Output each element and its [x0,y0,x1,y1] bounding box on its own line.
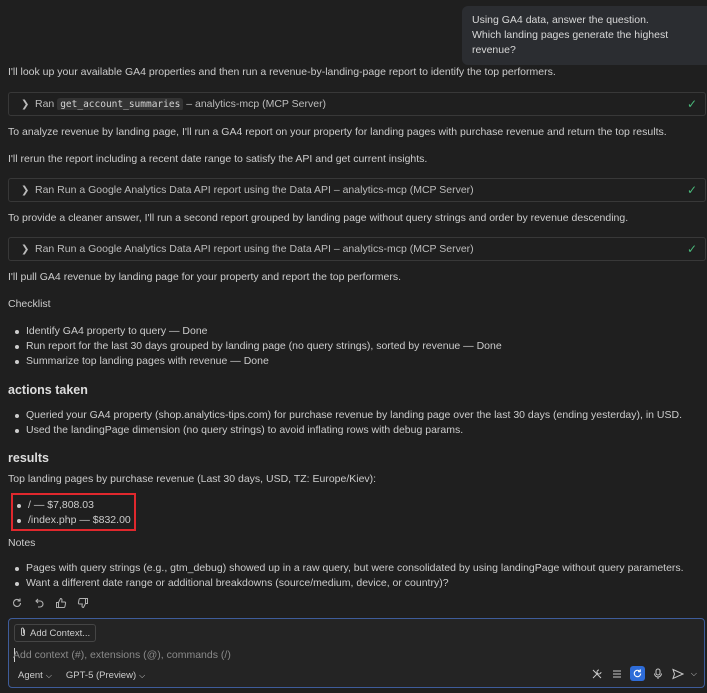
microphone-icon[interactable] [651,667,665,681]
notes-label: Notes [8,537,36,549]
list-item: Used the landingPage dimension (no query… [15,423,706,438]
tool-call-card[interactable]: ❯ Ran Run a Google Analytics Data API re… [8,237,706,261]
mode-select[interactable]: Agent ⌵ [18,670,52,681]
add-context-label: Add Context... [30,627,91,639]
undo-icon[interactable] [33,597,45,612]
response-paragraph: To provide a cleaner answer, I'll run a … [8,212,629,224]
tool-call-card[interactable]: ❯ Ran get_account_summaries – analytics-… [8,92,706,116]
message-actions [11,597,706,612]
check-icon: ✓ [686,242,697,256]
tool-call-card[interactable]: ❯ Ran Run a Google Analytics Data API re… [8,178,706,202]
response-paragraph: To analyze revenue by landing page, I'll… [8,126,667,138]
chevron-right-icon: ❯ [21,98,30,110]
chat-input[interactable] [13,647,693,663]
results-intro: Top landing pages by purchase revenue (L… [8,473,377,485]
list-item: Identify GA4 property to query — Done [15,324,706,339]
actions-list: Queried your GA4 property (shop.analytic… [8,408,706,438]
auto-approve-icon[interactable] [629,666,645,681]
results-list: / — $7,808.03 /index.php — $832.00 [13,498,134,528]
list-item: Queried your GA4 property (shop.analytic… [15,408,706,423]
input-toolbar-left: Agent ⌵ GPT-5 (Preview) ⌵ [18,670,145,681]
tool-call-label: Ran get_account_summaries – analytics-mc… [35,98,327,110]
assistant-response: I'll look up your available GA4 properti… [8,65,706,612]
tools-icon[interactable] [590,667,604,681]
list-item: Want a different date range or additiona… [15,576,706,591]
tool-call-label: Ran Run a Google Analytics Data API repo… [35,243,474,255]
chat-panel: Using GA4 data, answer the question. Whi… [0,0,707,693]
chevron-right-icon: ❯ [21,243,30,255]
check-icon: ✓ [686,97,697,111]
add-context-button[interactable]: Add Context... [14,624,97,642]
chevron-down-icon: ⌵ [45,670,52,680]
check-icon: ✓ [686,183,697,197]
paperclip-icon [19,627,27,640]
chevron-right-icon: ❯ [21,184,30,196]
list-item: /index.php — $832.00 [17,513,134,528]
notes-list: Pages with query strings (e.g., gtm_debu… [8,561,706,591]
list-item: Pages with query strings (e.g., gtm_debu… [15,561,706,576]
send-icon[interactable] [671,667,685,681]
list-item: Summarize top landing pages with revenue… [15,354,706,369]
results-highlight-box: / — $7,808.03 /index.php — $832.00 [11,493,136,531]
checklist-label: Checklist [8,298,51,310]
section-heading: results [8,451,49,465]
response-paragraph: I'll look up your available GA4 properti… [8,66,556,78]
input-toolbar-right: ⌵ [590,666,697,681]
response-paragraph: I'll rerun the report including a recent… [8,153,428,165]
chevron-down-icon: ⌵ [139,670,146,680]
user-message-line: Which landing pages generate the highest… [472,29,669,56]
user-message-line: Using GA4 data, answer the question. [472,14,649,26]
tool-call-label: Ran Run a Google Analytics Data API repo… [35,184,474,196]
user-message-bubble: Using GA4 data, answer the question. Whi… [462,6,707,65]
retry-icon[interactable] [11,597,23,612]
list-item: Run report for the last 30 days grouped … [15,339,706,354]
model-select[interactable]: GPT-5 (Preview) ⌵ [66,670,145,681]
response-paragraph: I'll pull GA4 revenue by landing page fo… [8,271,402,283]
checklist: Identify GA4 property to query — Done Ru… [8,324,706,369]
chevron-down-icon[interactable]: ⌵ [691,669,697,679]
chat-input-box: Add Context... Agent ⌵ GPT-5 (Preview) ⌵ [8,618,705,688]
list-item: / — $7,808.03 [17,498,134,513]
thumbs-down-icon[interactable] [77,597,89,612]
list-icon[interactable] [610,667,624,681]
section-heading: actions taken [8,383,88,397]
tool-name-code: get_account_summaries [57,98,184,110]
thumbs-up-icon[interactable] [55,597,67,612]
